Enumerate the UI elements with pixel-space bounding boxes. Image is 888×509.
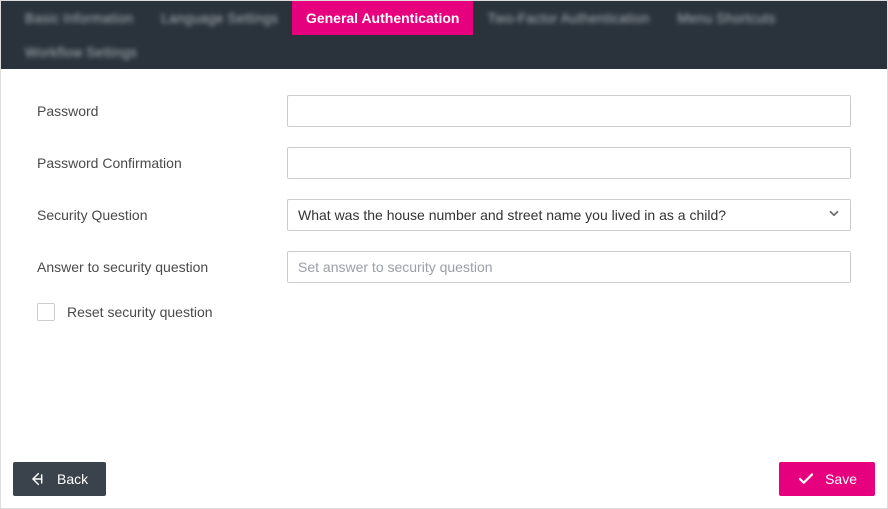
label-reset-security-question: Reset security question [67, 304, 213, 320]
tab-workflow-settings[interactable]: Workflow Settings [11, 35, 151, 69]
tab-bar: Basic Information Language Settings Gene… [1, 1, 887, 69]
row-security-question: Security Question What was the house num… [37, 199, 851, 231]
footer-bar: Back Save [1, 452, 887, 508]
control-wrap-security-question: What was the house number and street nam… [287, 199, 851, 231]
tab-menu-shortcuts[interactable]: Menu Shortcuts [663, 1, 789, 35]
row-password-confirm: Password Confirmation [37, 147, 851, 179]
back-arrow-icon [31, 471, 47, 487]
label-security-question: Security Question [37, 207, 287, 223]
label-answer: Answer to security question [37, 259, 287, 275]
label-password-confirm: Password Confirmation [37, 155, 287, 171]
security-question-select[interactable]: What was the house number and street nam… [287, 199, 851, 231]
form-content: Password Password Confirmation Security … [1, 69, 887, 452]
control-wrap-password [287, 95, 851, 127]
settings-panel: Basic Information Language Settings Gene… [0, 0, 888, 509]
row-reset-security-question: Reset security question [37, 303, 851, 321]
control-wrap-answer [287, 251, 851, 283]
password-input[interactable] [287, 95, 851, 127]
tab-two-factor-authentication[interactable]: Two-Factor Authentication [473, 1, 663, 35]
save-button[interactable]: Save [779, 462, 875, 496]
password-confirm-input[interactable] [287, 147, 851, 179]
row-password: Password [37, 95, 851, 127]
tab-language-settings[interactable]: Language Settings [147, 1, 292, 35]
answer-input[interactable] [287, 251, 851, 283]
reset-security-question-checkbox[interactable] [37, 303, 55, 321]
row-answer: Answer to security question [37, 251, 851, 283]
check-icon [797, 470, 815, 488]
back-button[interactable]: Back [13, 462, 106, 496]
back-button-label: Back [57, 471, 88, 487]
tab-basic-information[interactable]: Basic Information [11, 1, 147, 35]
control-wrap-password-confirm [287, 147, 851, 179]
label-password: Password [37, 103, 287, 119]
tab-general-authentication[interactable]: General Authentication [292, 1, 474, 35]
save-button-label: Save [825, 471, 857, 487]
